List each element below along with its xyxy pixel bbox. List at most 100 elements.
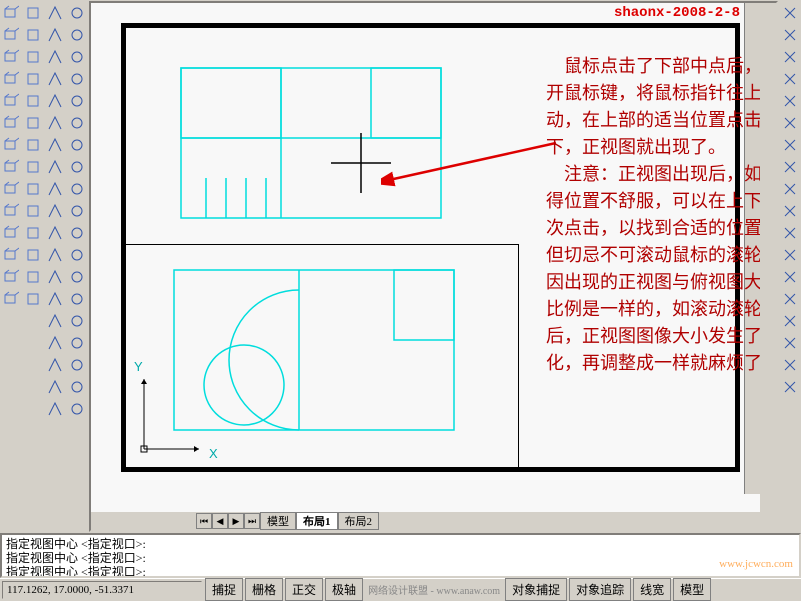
tool-r-10[interactable]	[779, 222, 801, 244]
tool-l1-4[interactable]	[0, 90, 22, 112]
tool-l2-7[interactable]	[22, 156, 44, 178]
tool-l2-11[interactable]	[22, 244, 44, 266]
tool-r-3[interactable]	[779, 68, 801, 90]
tool-l4-4[interactable]	[66, 90, 88, 112]
tool-r-13[interactable]	[779, 288, 801, 310]
tool-l3-8[interactable]	[44, 178, 66, 200]
tool-l3-15[interactable]	[44, 332, 66, 354]
tab-nav-first[interactable]: ⏮	[196, 513, 212, 529]
tool-l1-3[interactable]	[0, 68, 22, 90]
tool-l1-6[interactable]	[0, 134, 22, 156]
tool-l1-12[interactable]	[0, 266, 22, 288]
status-polar[interactable]: 极轴	[325, 578, 363, 601]
tool-l3-3[interactable]	[44, 68, 66, 90]
tool-l3-18[interactable]	[44, 398, 66, 420]
tool-l2-3[interactable]	[22, 68, 44, 90]
tool-l3-2[interactable]	[44, 46, 66, 68]
status-snap[interactable]: 捕捉	[205, 578, 243, 601]
tab-layout2[interactable]: 布局2	[338, 512, 380, 530]
status-otrack[interactable]: 对象追踪	[569, 578, 631, 601]
tool-l4-13[interactable]	[66, 288, 88, 310]
tool-l4-18[interactable]	[66, 398, 88, 420]
tool-l4-7[interactable]	[66, 156, 88, 178]
tool-l3-17[interactable]	[44, 376, 66, 398]
tool-r-2[interactable]	[779, 46, 801, 68]
tool-l4-17[interactable]	[66, 376, 88, 398]
tool-l3-9[interactable]	[44, 200, 66, 222]
tab-nav-last[interactable]: ⏭	[244, 513, 260, 529]
tool-r-14[interactable]	[779, 310, 801, 332]
status-model[interactable]: 模型	[673, 578, 711, 601]
tool-l3-16[interactable]	[44, 354, 66, 376]
tool-l4-2[interactable]	[66, 46, 88, 68]
tool-l4-5[interactable]	[66, 112, 88, 134]
tool-l2-1[interactable]	[22, 24, 44, 46]
drawing-canvas[interactable]: shaonx-2008-2-8	[91, 3, 776, 512]
tool-l4-11[interactable]	[66, 244, 88, 266]
tool-l4-3[interactable]	[66, 68, 88, 90]
tool-l1-7[interactable]	[0, 156, 22, 178]
tool-l1-8[interactable]	[0, 178, 22, 200]
tool-l3-4[interactable]	[44, 90, 66, 112]
tab-nav-prev[interactable]: ◀	[212, 513, 228, 529]
tool-l3-12[interactable]	[44, 266, 66, 288]
tool-r-16[interactable]	[779, 354, 801, 376]
tool-l4-12[interactable]	[66, 266, 88, 288]
horizontal-scrollbar[interactable]	[383, 513, 776, 529]
status-osnap[interactable]: 对象捕捉	[505, 578, 567, 601]
tab-model[interactable]: 模型	[260, 512, 296, 530]
tool-r-5[interactable]	[779, 112, 801, 134]
tab-nav-next[interactable]: ▶	[228, 513, 244, 529]
tool-l3-14[interactable]	[44, 310, 66, 332]
tool-l1-9[interactable]	[0, 200, 22, 222]
tool-l2-5[interactable]	[22, 112, 44, 134]
tool-l2-8[interactable]	[22, 178, 44, 200]
tool-r-12[interactable]	[779, 266, 801, 288]
tool-l1-0[interactable]	[0, 2, 22, 24]
status-ortho[interactable]: 正交	[285, 578, 323, 601]
tool-l2-6[interactable]	[22, 134, 44, 156]
tool-l2-12[interactable]	[22, 266, 44, 288]
tool-l3-11[interactable]	[44, 244, 66, 266]
tool-l2-9[interactable]	[22, 200, 44, 222]
tool-l1-11[interactable]	[0, 244, 22, 266]
tool-l1-5[interactable]	[0, 112, 22, 134]
tool-l4-6[interactable]	[66, 134, 88, 156]
tool-r-7[interactable]	[779, 156, 801, 178]
status-grid[interactable]: 栅格	[245, 578, 283, 601]
tool-r-8[interactable]	[779, 178, 801, 200]
tool-l1-10[interactable]	[0, 222, 22, 244]
tool-l4-0[interactable]	[66, 2, 88, 24]
tool-l2-0[interactable]	[22, 2, 44, 24]
tool-l4-9[interactable]	[66, 200, 88, 222]
tool-l3-10[interactable]	[44, 222, 66, 244]
tool-r-15[interactable]	[779, 332, 801, 354]
tool-l3-0[interactable]	[44, 2, 66, 24]
status-lwt[interactable]: 线宽	[633, 578, 671, 601]
tool-l1-1[interactable]	[0, 24, 22, 46]
tool-r-9[interactable]	[779, 200, 801, 222]
tool-l3-7[interactable]	[44, 156, 66, 178]
tool-r-17[interactable]	[779, 376, 801, 398]
tool-l3-13[interactable]	[44, 288, 66, 310]
tool-l4-1[interactable]	[66, 24, 88, 46]
tool-l4-15[interactable]	[66, 332, 88, 354]
tool-l2-2[interactable]	[22, 46, 44, 68]
tool-l2-10[interactable]	[22, 222, 44, 244]
tool-l2-13[interactable]	[22, 288, 44, 310]
tool-r-11[interactable]	[779, 244, 801, 266]
tab-layout1[interactable]: 布局1	[296, 512, 338, 530]
tool-r-1[interactable]	[779, 24, 801, 46]
command-line[interactable]: 指定视图中心 <指定视口>: 指定视图中心 <指定视口>: 指定视图中心 <指定…	[0, 533, 801, 578]
tool-l4-16[interactable]	[66, 354, 88, 376]
tool-r-6[interactable]	[779, 134, 801, 156]
tool-l3-5[interactable]	[44, 112, 66, 134]
tool-l3-6[interactable]	[44, 134, 66, 156]
tool-l1-2[interactable]	[0, 46, 22, 68]
tool-r-0[interactable]	[779, 2, 801, 24]
tool-l4-14[interactable]	[66, 310, 88, 332]
tool-r-4[interactable]	[779, 90, 801, 112]
tool-l4-10[interactable]	[66, 222, 88, 244]
tool-l3-1[interactable]	[44, 24, 66, 46]
tool-l1-13[interactable]	[0, 288, 22, 310]
